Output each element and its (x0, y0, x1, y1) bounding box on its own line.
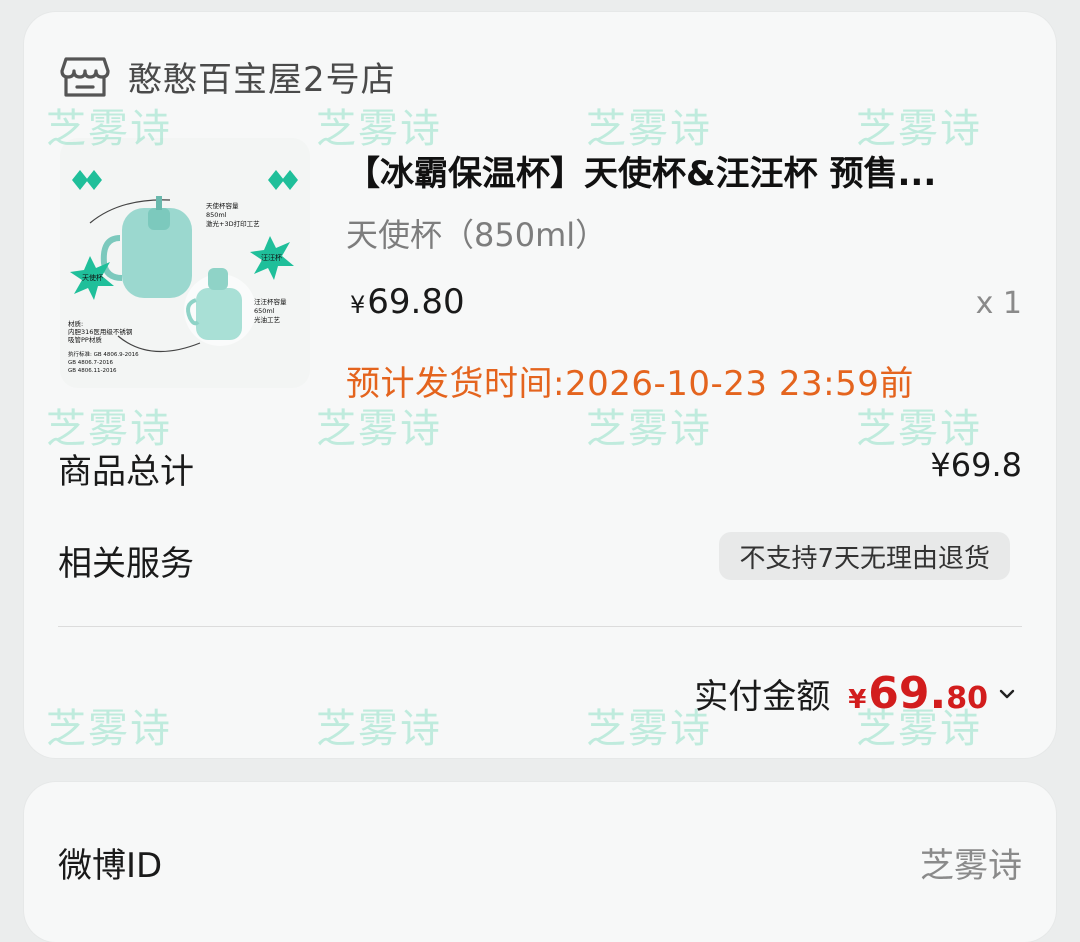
price-value: 69.80 (367, 282, 465, 322)
order-card: 憨憨百宝屋2号店 天使杯 汪汪杯 天使杯容量 850ml 激光+3D打印工艺 汪… (24, 12, 1056, 758)
service-badge[interactable]: 不支持7天无理由退货 (719, 532, 1010, 580)
price-symbol: ¥ (350, 291, 366, 319)
wang-spec-3: 光油工艺 (254, 315, 281, 324)
shop-header[interactable]: 憨憨百宝屋2号店 (60, 52, 396, 100)
tag-left-label: 天使杯 (82, 273, 103, 282)
angel-spec-2: 850ml (206, 211, 227, 219)
total-value: ¥69.8 (930, 446, 1022, 484)
shop-name: 憨憨百宝屋2号店 (128, 59, 396, 100)
tag-right-label: 汪汪杯 (261, 253, 282, 262)
store-icon (60, 57, 110, 97)
standard-3: GB 4806.11-2016 (68, 368, 117, 374)
chevron-down-icon[interactable] (998, 688, 1016, 700)
material-1: 材质: (68, 319, 83, 328)
standard-2: GB 4806.7-2016 (68, 360, 114, 366)
paid-decimal: 80 (946, 681, 988, 716)
product-price: ¥69.80 (350, 282, 465, 322)
product-title[interactable]: 【冰霸保温杯】天使杯&汪汪杯 预售... (346, 146, 1026, 195)
wang-spec-2: 650ml (254, 307, 275, 315)
weibo-label: 微博ID (58, 846, 163, 886)
angel-spec-1: 天使杯容量 (206, 201, 239, 210)
paid-integer: 69. (868, 668, 947, 719)
service-label: 相关服务 (58, 544, 194, 584)
paid-label: 实付金额 (694, 677, 831, 717)
info-card: 微博ID 芝雾诗 (24, 782, 1056, 942)
total-label: 商品总计 (58, 452, 194, 492)
product-image[interactable]: 天使杯 汪汪杯 天使杯容量 850ml 激光+3D打印工艺 汪汪杯容量 650m… (60, 138, 310, 388)
wang-spec-1: 汪汪杯容量 (254, 297, 287, 306)
product-quantity: x 1 (975, 286, 1022, 321)
material-2: 内胆316医用级不锈钢 (68, 327, 133, 336)
material-3: 吸管PP材质 (68, 335, 102, 344)
weibo-value[interactable]: 芝雾诗 (920, 838, 1022, 887)
wang-cup-image (196, 288, 242, 340)
divider (58, 626, 1022, 627)
product-variant: 天使杯（850ml） (346, 216, 608, 254)
paid-symbol: ¥ (848, 685, 867, 715)
ship-time: 预计发货时间:2026-10-23 23:59前 (346, 364, 914, 404)
angel-spec-3: 激光+3D打印工艺 (206, 219, 260, 228)
paid-amount-row[interactable]: 实付金额 ¥ 69. 80 (694, 668, 1016, 719)
standard-1: 执行标准: GB 4806.9-2016 (68, 350, 139, 358)
